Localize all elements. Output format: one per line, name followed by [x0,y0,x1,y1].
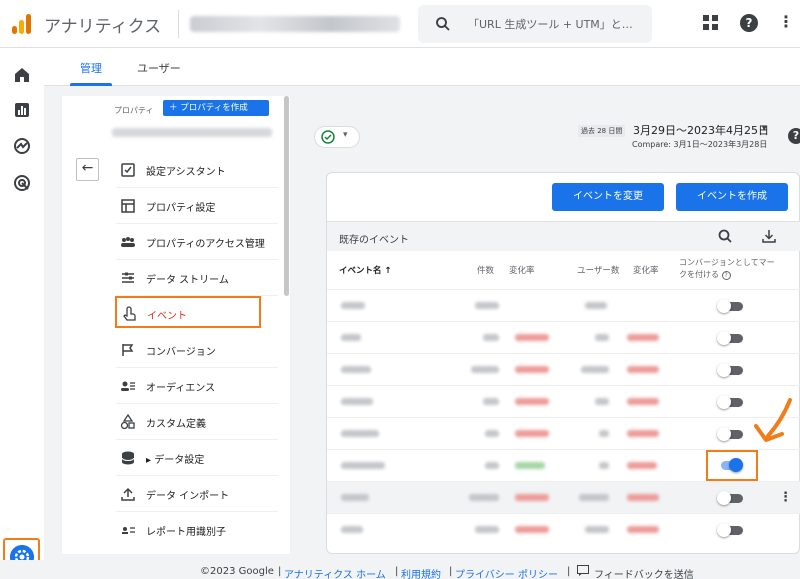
help-icon[interactable]: ? [721,271,731,280]
audience-icon [121,381,135,391]
column-header-event-name[interactable]: イベント名 ↑ [339,264,392,276]
explore-icon[interactable] [12,136,32,156]
app-title: アナリティクス [44,17,162,37]
menu-item-reporting-identity[interactable]: レポート用識別子 [116,512,278,548]
apps-icon[interactable] [703,15,719,31]
conversion-toggle[interactable] [717,363,743,377]
table-row[interactable] [327,417,800,449]
footer-separator: | [278,566,282,577]
menu-item-property-settings[interactable]: プロパティ設定 [116,188,278,224]
date-range-selector[interactable]: 3月29日～2023年4月25日 [633,122,769,138]
people-icon [121,237,135,247]
date-dropdown-icon[interactable]: ▾ [762,124,767,134]
check-circle-icon [321,130,335,144]
menu-item-property-access[interactable]: プロパティのアクセス管理 [116,224,278,260]
property-settings-panel: プロパティ ＋ プロパティを作成 ← 設定アシスタント プロパティ設定 プロパテ… [62,96,290,554]
column-header-users[interactable]: ユーザー数 [577,264,619,276]
footer-separator: | [449,566,453,577]
database-icon [121,451,135,465]
feedback-link[interactable]: フィードバックを送信 [594,566,694,579]
tab-admin[interactable]: 管理 [80,60,102,76]
menu-item-data-streams[interactable]: データ ストリーム [116,260,278,296]
search-bar[interactable]: 「URL 生成ツール + UTM」と… [418,5,652,43]
reports-icon[interactable] [12,100,32,120]
conversion-toggle[interactable] [717,458,743,472]
create-event-button[interactable]: イベントを作成 [676,183,788,211]
create-property-button[interactable]: ＋ プロパティを作成 [163,100,269,116]
feedback-icon [577,565,589,576]
top-bar: アナリティクス 「URL 生成ツール + UTM」と… ? ⋮ [0,0,800,48]
table-row[interactable] [327,385,800,417]
help-icon[interactable]: ? [740,14,758,32]
panel-scrollbar[interactable] [284,96,289,296]
advertising-icon[interactable] [12,173,32,193]
left-nav-rail [0,48,44,579]
column-header-count[interactable]: 件数 [477,264,494,276]
conversion-toggle[interactable] [717,299,743,313]
chevron-down-icon: ▾ [343,130,348,140]
checklist-icon [121,163,135,177]
property-label: プロパティ [114,106,154,115]
back-arrow-icon[interactable]: ← [76,158,99,181]
existing-events-header: 既存のイベント [327,221,800,251]
table-row[interactable] [327,321,800,353]
more-vert-icon[interactable]: ⋮ [779,490,792,505]
conversion-toggle[interactable] [717,331,743,345]
menu-item-audiences[interactable]: オーディエンス [116,368,278,404]
tab-user[interactable]: ユーザー [137,60,181,76]
modify-event-button[interactable]: イベントを変更 [552,183,664,211]
footer: ©2023 Google | アナリティクス ホーム | 利用規約 | プライバ… [0,560,800,579]
copyright: ©2023 Google [200,566,274,577]
column-header-mark-as-conversion: コンバージョンとしてマー クを付ける ? [679,258,775,280]
events-card: イベントを変更 イベントを作成 既存のイベント イベント名 ↑ 件数 変化率 ユ… [326,172,800,554]
flag-icon [122,344,134,356]
identity-icon [122,527,135,534]
search-input[interactable]: 「URL 生成ツール + UTM」と… [468,16,633,32]
footer-separator: | [567,566,571,577]
account-selector[interactable] [190,16,400,32]
filter-status-chip[interactable]: ▾ [314,126,360,148]
table-row[interactable] [327,513,800,545]
menu-item-custom-definitions[interactable]: カスタム定義 [116,404,278,440]
property-name[interactable] [112,128,272,137]
data-stream-icon [122,272,134,283]
privacy-link[interactable]: プライバシー ポリシー [455,566,558,579]
analytics-logo-icon[interactable] [10,12,34,36]
search-icon [436,17,450,31]
menu-item-data-import[interactable]: データ インポート [116,476,278,512]
search-icon[interactable] [717,228,733,244]
date-period-tag: 過去 28 日間 [578,125,626,137]
annotation-arrow [754,398,792,442]
table-row[interactable] [327,289,800,321]
table-row[interactable]: ⋮ [327,481,800,513]
custom-definitions-icon [120,414,135,430]
terms-link[interactable]: 利用規約 [401,566,441,579]
column-header-users-change[interactable]: 変化率 [633,264,659,276]
admin-tabs: 管理 ユーザー [44,48,800,86]
active-tab-indicator [70,83,112,86]
download-icon[interactable] [761,228,777,244]
conversion-toggle[interactable] [717,491,743,505]
menu-item-setup-assistant[interactable]: 設定アシスタント [116,152,278,188]
upload-icon [121,487,135,501]
footer-separator: | [395,566,399,577]
touch-icon [123,306,136,321]
conversion-toggle[interactable] [717,523,743,537]
home-icon[interactable] [12,65,32,85]
compare-range: Compare: 3月1日～2023年3月28日 [632,140,768,149]
column-header-count-change[interactable]: 変化率 [509,264,535,276]
menu-item-events[interactable]: イベント [115,296,261,328]
divider [178,10,179,38]
help-icon[interactable]: ? [788,128,800,144]
table-row[interactable] [327,353,800,385]
property-settings-icon [121,199,135,213]
menu-item-conversions[interactable]: コンバージョン [116,332,278,368]
table-row[interactable] [327,449,800,481]
analytics-home-link[interactable]: アナリティクス ホーム [284,566,386,579]
existing-events-title: 既存のイベント [339,235,409,246]
menu-item-data-settings[interactable]: ▸ データ設定 [116,440,278,476]
more-vert-icon[interactable]: ⋮ [778,12,794,31]
